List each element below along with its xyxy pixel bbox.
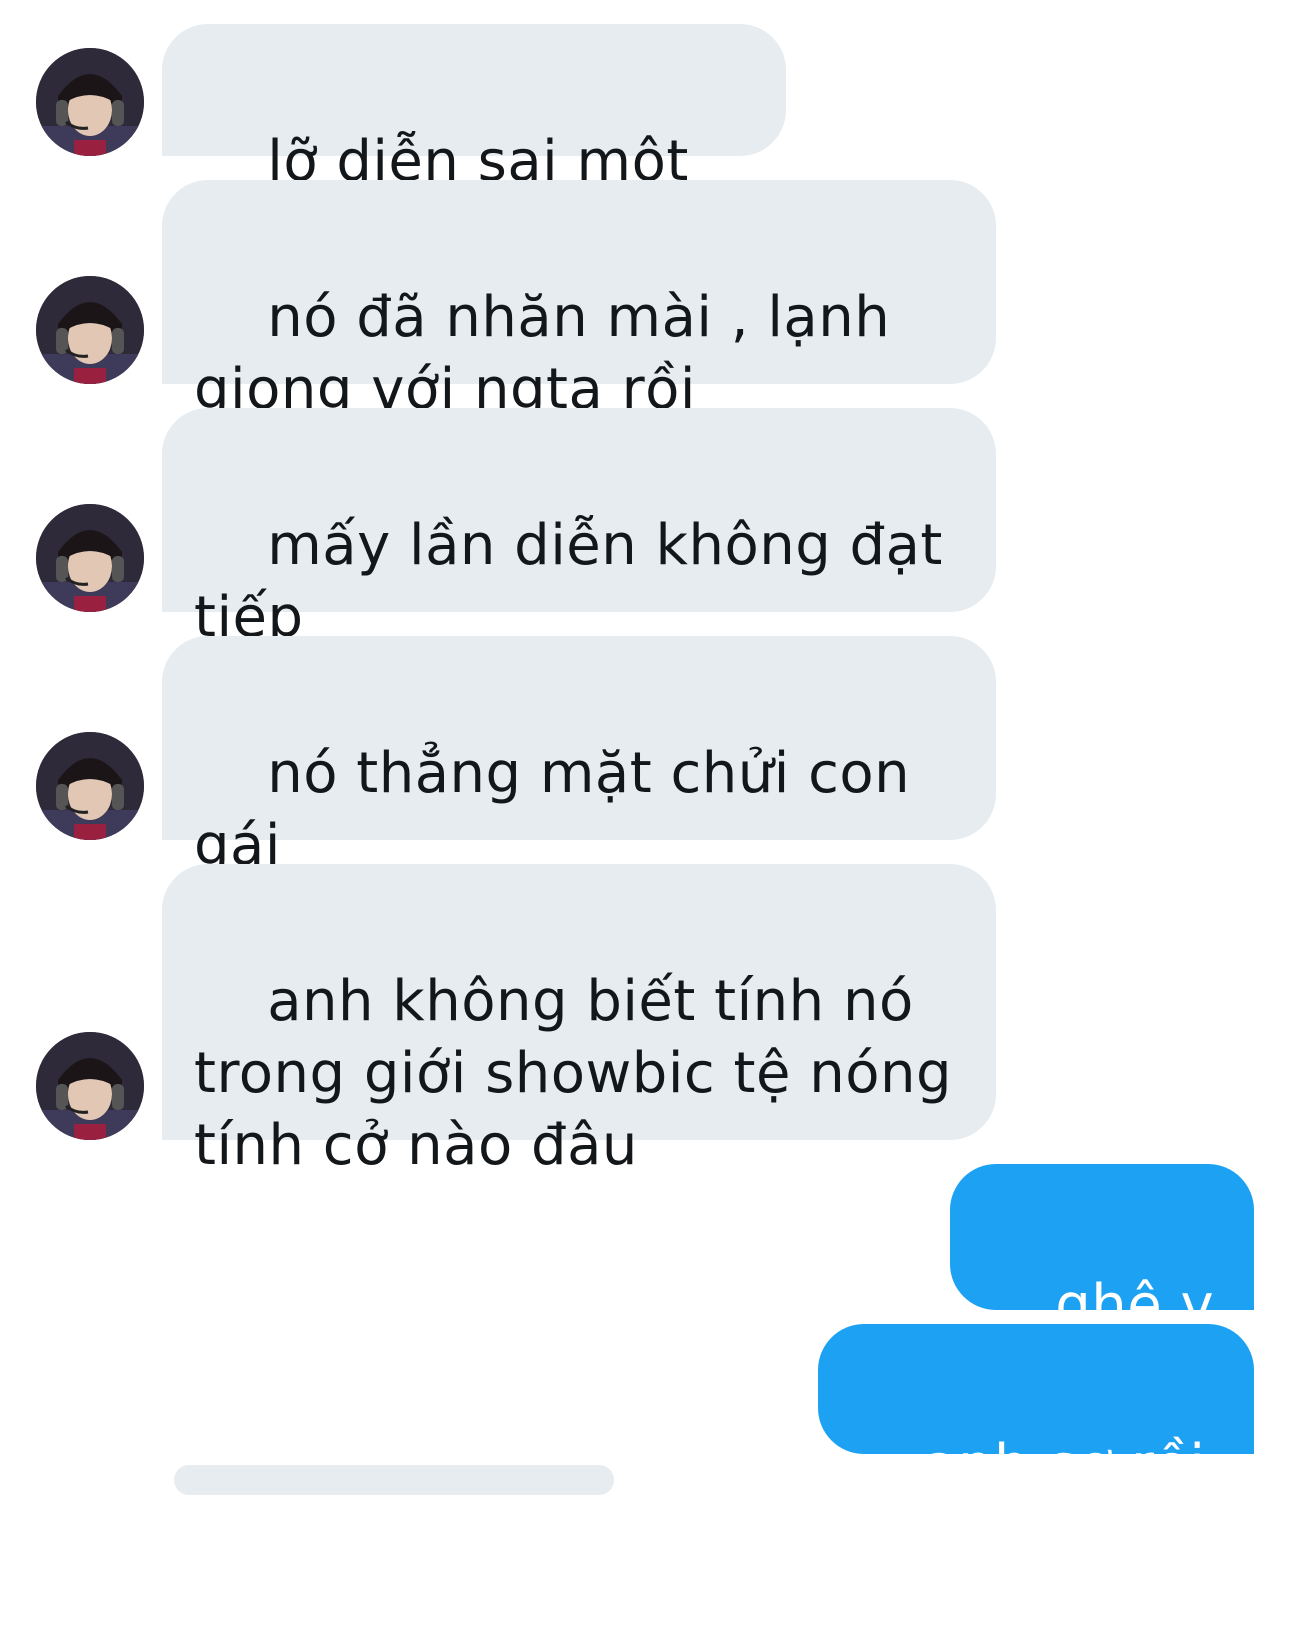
incoming-message-bubble[interactable]: nó thẳng mặt chửi con gái nhà người ta k… bbox=[162, 636, 996, 950]
message-text: nó đã nhăn mài , lạnh giọng với ngta rồi bbox=[194, 285, 891, 422]
incoming-message-bubble-partial bbox=[174, 1465, 614, 1495]
avatar-image-icon bbox=[36, 276, 144, 384]
sender-avatar[interactable] bbox=[36, 504, 144, 612]
sender-avatar[interactable] bbox=[36, 732, 144, 840]
outgoing-message-bubble[interactable]: ghê v bbox=[950, 1164, 1254, 1403]
avatar-image-icon bbox=[36, 732, 144, 840]
sender-avatar[interactable] bbox=[36, 48, 144, 156]
avatar-image-icon bbox=[36, 1032, 144, 1140]
incoming-message-bubble[interactable]: mấy lần diễn không đạt tiếp bbox=[162, 408, 996, 650]
sender-avatar[interactable] bbox=[36, 1032, 144, 1140]
incoming-message-bubble[interactable]: anh không biết tính nó trong giới showbi… bbox=[162, 864, 996, 1178]
incoming-message-bubble[interactable]: nó đã nhăn mài , lạnh giọng với ngta rồi bbox=[162, 180, 996, 422]
outgoing-message-bubble[interactable]: anh sợ rồi đó bbox=[818, 1324, 1254, 1570]
avatar-image-icon bbox=[36, 504, 144, 612]
message-thread: lỡ diễn sai một chút nó đã nhăn mài , lạ… bbox=[0, 0, 1290, 1570]
message-text: anh không biết tính nó trong giới showbi… bbox=[194, 969, 953, 1178]
sender-avatar[interactable] bbox=[36, 276, 144, 384]
incoming-message-bubble[interactable]: lỡ diễn sai một chút bbox=[162, 24, 786, 266]
message-text: anh sợ rồi đó bbox=[850, 1433, 1224, 1570]
message-text: mấy lần diễn không đạt tiếp bbox=[194, 513, 943, 650]
avatar-image-icon bbox=[36, 48, 144, 156]
